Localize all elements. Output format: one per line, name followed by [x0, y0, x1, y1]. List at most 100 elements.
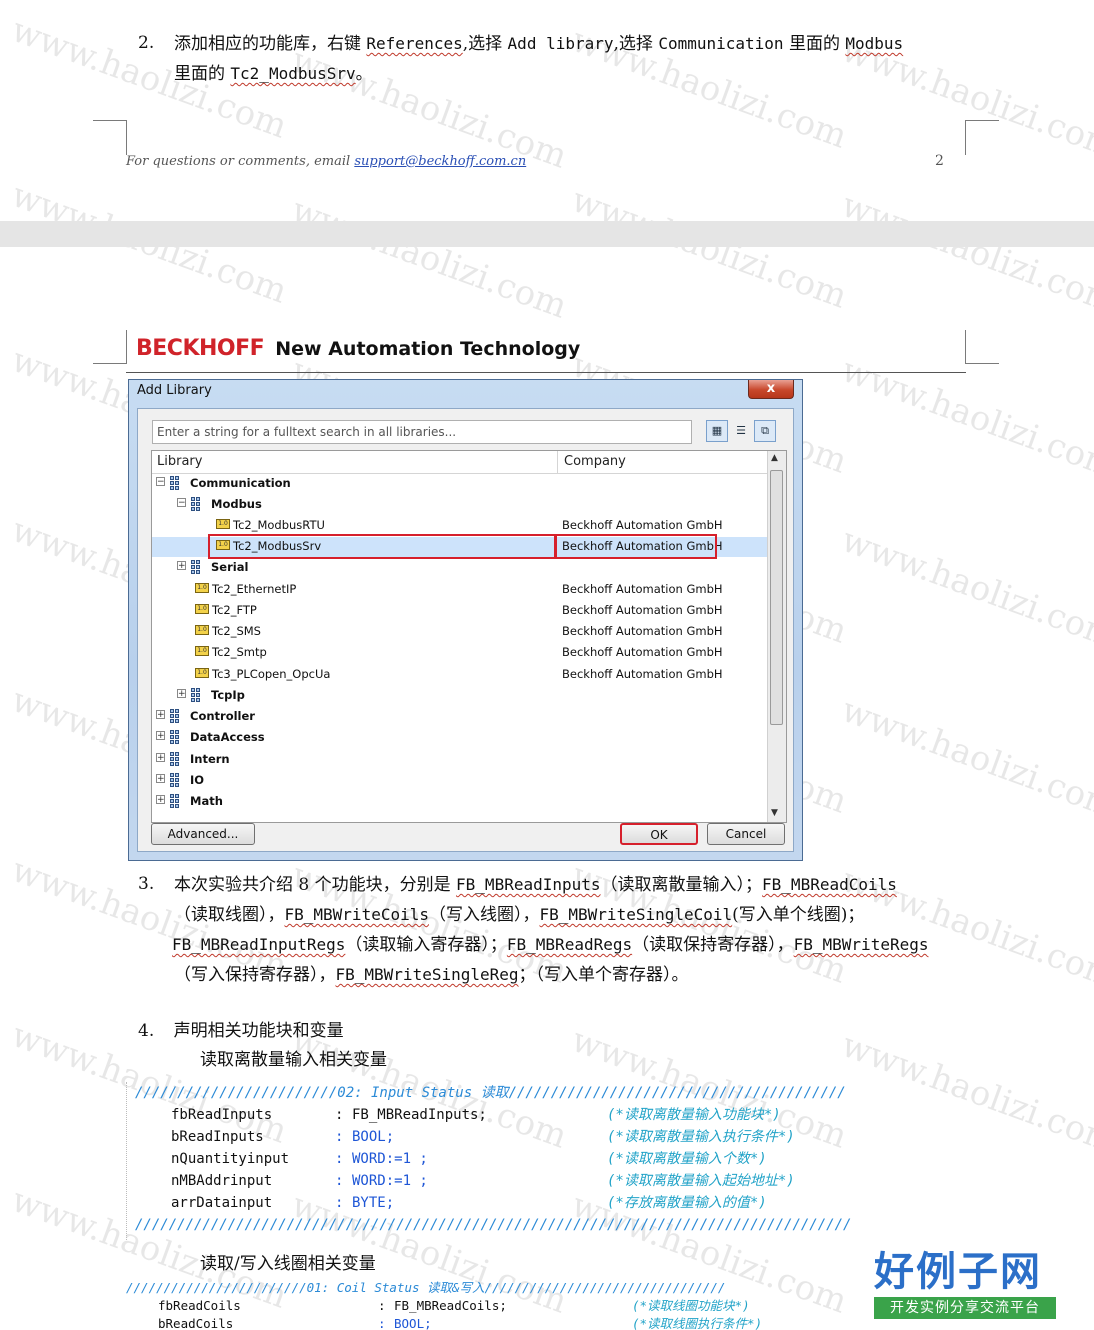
watermark: www.haolizi.com: [286, 190, 573, 327]
var-name: fbReadInputs: [171, 1107, 273, 1123]
expand-icon[interactable]: +: [156, 753, 165, 763]
var-type: WORD:=1 ;: [352, 1151, 428, 1167]
scroll-up-icon[interactable]: ▲: [771, 453, 778, 463]
tagline: New Automation Technology: [275, 338, 581, 360]
tree-row-tc2-ftp[interactable]: 1.0 Tc2_FTP Beckhoff Automation GmbH: [152, 601, 768, 621]
fulltext-search-input[interactable]: Enter a string for a fulltext search in …: [152, 420, 692, 444]
tree-row-modbus[interactable]: − Modbus: [152, 495, 768, 515]
row-label: Math: [190, 794, 223, 808]
row-label: Controller: [190, 709, 255, 723]
var-name: bReadCoils: [158, 1316, 234, 1330]
column-library[interactable]: Library: [157, 454, 202, 469]
row-label: Modbus: [211, 497, 262, 511]
tree-row-tc2-ethernetip[interactable]: 1.0 Tc2_EthernetIP Beckhoff Automation G…: [152, 580, 768, 600]
row-label: Tc2_Smtp: [212, 645, 267, 659]
text: （读取输入寄存器）；: [345, 935, 507, 955]
var-comment: (*读取离散量输入功能块*): [607, 1107, 781, 1123]
folder-icon: [170, 708, 186, 724]
code-term: FB_MBWriteSingleCoil: [539, 905, 733, 924]
var-type: BYTE;: [352, 1195, 395, 1211]
expand-icon[interactable]: +: [177, 689, 186, 699]
tree-row-tcpip[interactable]: + TcpIp: [152, 686, 768, 706]
var-colon: :: [335, 1107, 344, 1123]
expand-icon[interactable]: +: [156, 710, 165, 720]
watermark: www.haolizi.com: [836, 690, 1094, 827]
subheading-coils: 读取/写入线圈相关变量: [200, 1254, 376, 1274]
vertical-scrollbar[interactable]: ▲ ▼: [767, 451, 786, 822]
row-label: Tc2_FTP: [212, 603, 257, 617]
collapse-icon[interactable]: −: [156, 477, 165, 487]
tree-row-io[interactable]: + IO: [152, 771, 768, 791]
scroll-thumb[interactable]: [770, 470, 783, 725]
watermark: www.haolizi.com: [566, 180, 853, 317]
folder-icon: [191, 559, 207, 575]
text: （读取离散量输入）；: [600, 875, 763, 895]
support-email-link[interactable]: support@beckhoff.com.cn: [354, 154, 526, 169]
row-company: Beckhoff Automation GmbH: [562, 645, 723, 659]
column-separator[interactable]: [557, 451, 558, 473]
row-label: Serial: [211, 560, 249, 574]
expand-icon[interactable]: +: [156, 774, 165, 784]
details-view-icon[interactable]: ☰: [730, 420, 752, 442]
var-colon: :: [378, 1298, 386, 1313]
library-icon: 1.0: [195, 668, 209, 678]
tree-row-tc2-sms[interactable]: 1.0 Tc2_SMS Beckhoff Automation GmbH: [152, 622, 768, 642]
var-colon: :: [335, 1129, 344, 1145]
folder-icon: [170, 751, 186, 767]
step-number: 4.: [138, 1021, 155, 1041]
row-label: TcpIp: [211, 688, 245, 702]
crop-mark: [93, 330, 127, 364]
code-term: FB_MBWriteSingleReg: [335, 965, 519, 984]
cancel-button[interactable]: Cancel: [707, 823, 785, 845]
expand-icon[interactable]: +: [156, 731, 165, 741]
row-label: Communication: [190, 476, 291, 490]
highlight-box: [208, 534, 556, 559]
page-number: 2: [935, 153, 944, 169]
code-header-comment: ////////////////////////01: Coil Status …: [126, 1280, 726, 1295]
list-view-icon[interactable]: ▦: [706, 420, 728, 442]
step-title: 声明相关功能块和变量: [173, 1021, 344, 1041]
scroll-down-icon[interactable]: ▼: [771, 808, 778, 818]
tree-row-tc2-smtp[interactable]: 1.0 Tc2_Smtp Beckhoff Automation GmbH: [152, 643, 768, 663]
code-term: FB_MBWriteRegs: [793, 935, 929, 954]
dialog-body: Enter a string for a fulltext search in …: [137, 408, 794, 852]
close-button[interactable]: x: [748, 380, 794, 399]
tree-row-tc2-modbusrtu[interactable]: 1.0 Tc2_ModbusRTU Beckhoff Automation Gm…: [152, 516, 768, 536]
text: 里面的: [174, 64, 231, 84]
row-label: Tc2_EthernetIP: [212, 582, 297, 596]
var-colon: :: [378, 1316, 386, 1330]
page-footer: For questions or comments, email support…: [126, 154, 526, 169]
tree-row-intern[interactable]: + Intern: [152, 750, 768, 770]
watermark: www.haolizi.com: [836, 520, 1094, 657]
tree-row-controller[interactable]: + Controller: [152, 707, 768, 727]
column-company[interactable]: Company: [564, 454, 626, 469]
step-number: 2.: [138, 33, 155, 53]
expand-icon[interactable]: +: [177, 561, 186, 571]
code-term: FB_MBReadInputRegs: [172, 935, 346, 954]
watermark: www.haolizi.com: [836, 185, 1094, 322]
brand-subtitle: 开发实例分享交流平台: [874, 1297, 1056, 1319]
row-company: Beckhoff Automation GmbH: [562, 582, 723, 596]
folder-icon: [170, 772, 186, 788]
library-tree: Library Company − Communication − Modbus…: [151, 450, 787, 823]
expand-icon[interactable]: +: [156, 795, 165, 805]
folder-icon: [170, 729, 186, 745]
crop-mark: [965, 120, 999, 155]
var-name: nMBAddrinput: [171, 1173, 273, 1189]
var-comment: (*读取线圈功能块*): [632, 1298, 750, 1313]
text: (写入单个线圈)；: [732, 905, 865, 925]
library-icon: 1.0: [195, 604, 209, 614]
tree-row-communication[interactable]: − Communication: [152, 474, 768, 494]
tree-row-dataaccess[interactable]: + DataAccess: [152, 728, 768, 748]
collapse-icon[interactable]: −: [177, 498, 186, 508]
advanced-button[interactable]: Advanced...: [151, 823, 255, 845]
row-label: Tc2_ModbusRTU: [233, 518, 325, 532]
tree-row-math[interactable]: + Math: [152, 792, 768, 812]
tree-row-serial[interactable]: + Serial: [152, 558, 768, 578]
row-company: Beckhoff Automation GmbH: [562, 624, 723, 638]
library-icon: 1.0: [216, 519, 230, 529]
group-view-icon[interactable]: ⧉: [754, 420, 776, 442]
library-icon: 1.0: [195, 583, 209, 593]
tree-row-tc3-plcopen-opcua[interactable]: 1.0 Tc3_PLCopen_OpcUa Beckhoff Automatio…: [152, 665, 768, 685]
ok-button[interactable]: OK: [620, 823, 698, 845]
